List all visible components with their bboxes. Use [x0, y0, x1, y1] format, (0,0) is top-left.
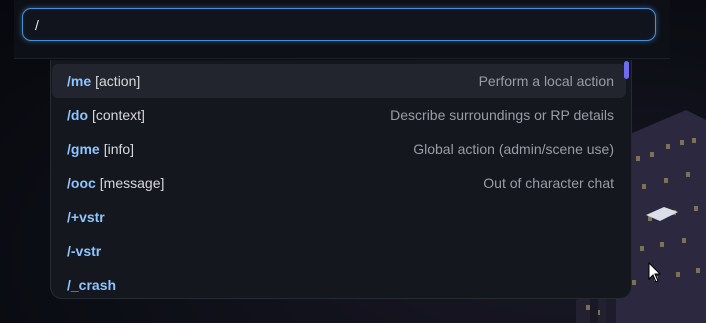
- suggestion-item-do[interactable]: /do [context] Describe surroundings or RP…: [52, 98, 626, 132]
- suggestion-argument: [message]: [99, 175, 165, 191]
- suggestion-item-minus-vstr[interactable]: /-vstr: [52, 234, 626, 268]
- chat-input[interactable]: [22, 8, 656, 41]
- suggestion-command: /ooc: [67, 175, 96, 191]
- suggestions-scrollbar[interactable]: [624, 61, 629, 79]
- suggestion-argument: [action]: [95, 73, 141, 89]
- suggestion-command: /me: [67, 73, 92, 89]
- suggestion-description: Perform a local action: [478, 73, 614, 89]
- suggestion-argument: [info]: [103, 141, 135, 157]
- suggestion-command-group: /gme [info]: [67, 141, 134, 157]
- game-screen: /me[action] Perform a local action /do[c…: [0, 0, 706, 323]
- suggestion-command: /-vstr: [67, 243, 102, 259]
- suggestion-command-group: /me [action]: [67, 73, 140, 89]
- suggestion-command-group: /-vstr: [67, 243, 101, 259]
- suggestion-item-plus-vstr[interactable]: /+vstr: [52, 200, 626, 234]
- suggestion-command-group: /+vstr: [67, 209, 105, 225]
- suggestion-command-group: /do [context]: [67, 107, 145, 123]
- mouse-cursor-icon: [648, 262, 662, 283]
- suggestion-command: /+vstr: [67, 209, 105, 225]
- suggestion-item-me[interactable]: /me [action] Perform a local action: [52, 64, 626, 98]
- suggestion-command-group: /ooc [message]: [67, 175, 164, 191]
- command-suggestions-list: /me [action] Perform a local action /do [c…: [50, 60, 632, 299]
- suggestion-item-gme[interactable]: /gme [info] Global action (admin/scene us…: [52, 132, 626, 166]
- suggestion-command: /_crash: [67, 277, 117, 293]
- suggestion-command: /gme: [67, 141, 100, 157]
- suggestion-command: /do: [67, 107, 88, 123]
- suggestion-item-ooc[interactable]: /ooc [message] Out of character chat: [52, 166, 626, 200]
- suggestion-command-group: /_crash: [67, 277, 116, 293]
- suggestion-description: Describe surroundings or RP details: [390, 107, 614, 123]
- suggestion-description: Global action (admin/scene use): [413, 141, 614, 157]
- suggestion-description: Out of character chat: [483, 175, 614, 191]
- suggestion-argument: [context]: [92, 107, 145, 123]
- suggestion-item-crash[interactable]: /_crash: [52, 268, 626, 298]
